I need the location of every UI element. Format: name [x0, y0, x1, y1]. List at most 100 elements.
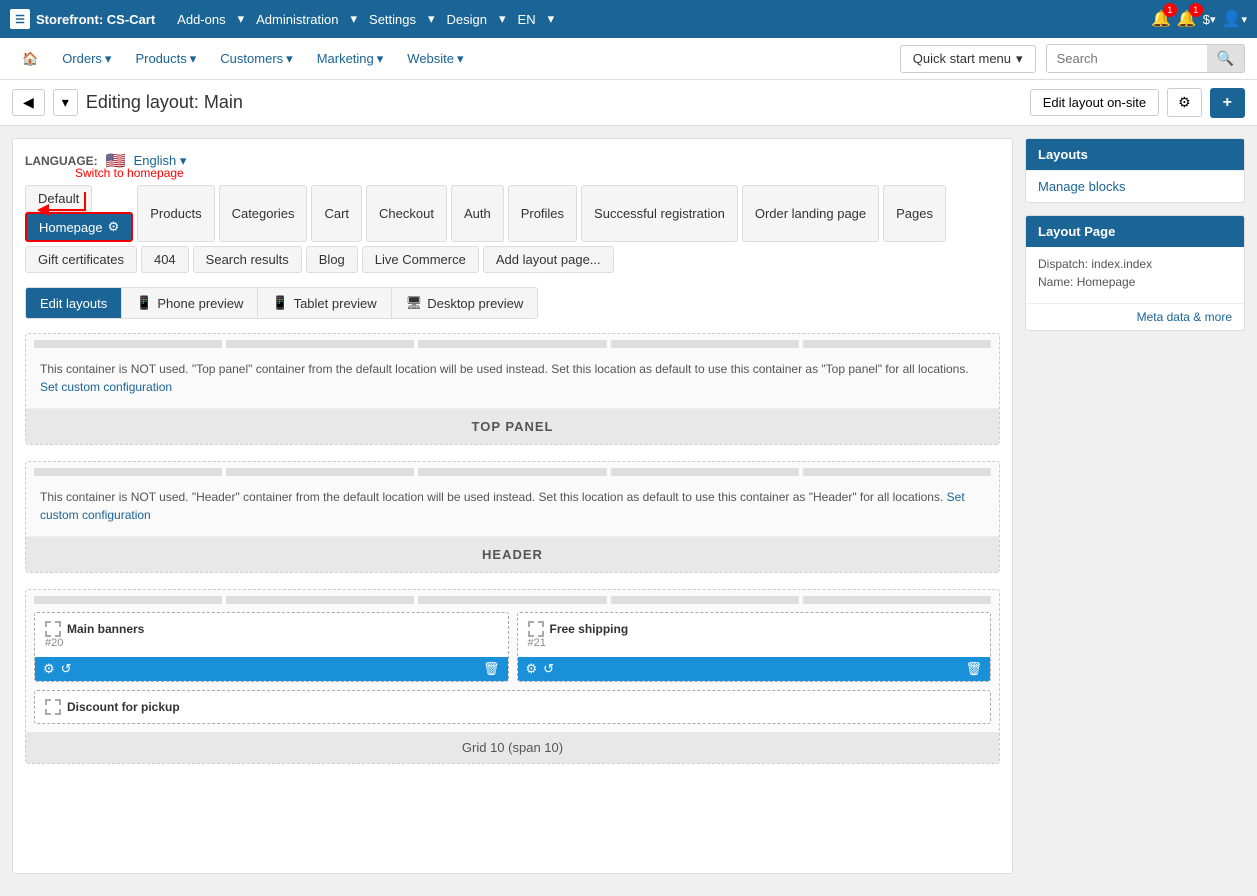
nav-design[interactable]: Design [437, 12, 497, 27]
search-box: 🔍 [1046, 44, 1245, 73]
sub-nav-website[interactable]: Website ▾ [397, 38, 473, 80]
tab-homepage[interactable]: Homepage ⚙ [25, 212, 133, 242]
language-row: LANGUAGE: 🇺🇸 English ▾ [25, 151, 1000, 171]
quick-start-button[interactable]: Quick start menu ▾ [900, 45, 1036, 73]
tab-cart[interactable]: Cart [311, 185, 362, 242]
page-title: Editing layout: Main [86, 92, 1022, 113]
block1-dashed-icon [45, 621, 61, 637]
view-tab-tablet-preview[interactable]: 📱 Tablet preview [258, 288, 391, 318]
view-tab-edit-layouts[interactable]: Edit layouts [26, 288, 122, 318]
top-panel-notice: This container is NOT used. "Top panel" … [26, 348, 999, 409]
currency-selector[interactable]: $ ▾ [1203, 12, 1216, 27]
tab-search-results[interactable]: Search results [193, 246, 302, 273]
gear-button[interactable]: ⚙ [1167, 88, 1202, 117]
block2-refresh-icon[interactable]: ↺ [543, 661, 554, 677]
tab-live-commerce[interactable]: Live Commerce [362, 246, 479, 273]
top-panel-set-custom-link[interactable]: Set custom configuration [40, 380, 172, 394]
header-container: This container is NOT used. "Header" con… [25, 461, 1000, 573]
phone-icon: 📱 [136, 295, 152, 311]
homepage-gear-icon: ⚙ [108, 219, 120, 235]
notifications-badge[interactable]: 🔔 1 [1151, 9, 1171, 29]
sidebar-layout-page-section: Layout Page Dispatch: index.index Name: … [1025, 215, 1245, 331]
back-button[interactable]: ◀ [12, 89, 45, 116]
top-panel-dash-row [26, 334, 999, 348]
block-free-shipping: Free shipping #21 ⚙ ↺ 🗑 [517, 612, 992, 682]
sub-nav-orders[interactable]: Orders ▾ [52, 38, 121, 80]
nav-addons[interactable]: Add-ons [167, 12, 235, 27]
tab-successful-reg[interactable]: Successful registration [581, 185, 738, 242]
block2-id: #21 [528, 637, 981, 649]
search-input[interactable] [1047, 46, 1207, 71]
top-nav-links: Add-ons ▾ Administration ▾ Settings ▾ De… [167, 11, 1139, 27]
sidebar-layouts-section: Layouts Manage blocks [1025, 138, 1245, 203]
top-panel-container: This container is NOT used. "Top panel" … [25, 333, 1000, 445]
blocks-dash-row [26, 590, 999, 604]
view-tab-desktop-preview[interactable]: 🖥 Desktop preview [392, 288, 538, 318]
tab-auth[interactable]: Auth [451, 185, 504, 242]
main-container: LANGUAGE: 🇺🇸 English ▾ Default Homepage … [0, 126, 1257, 886]
user-menu[interactable]: 👤 ▾ [1222, 9, 1247, 29]
top-nav-right: 🔔 1 🔔 1 $ ▾ 👤 ▾ [1151, 9, 1247, 29]
language-label: LANGUAGE: [25, 154, 98, 168]
top-panel-label: TOP PANEL [26, 409, 999, 444]
tablet-icon: 📱 [272, 295, 288, 311]
brand: ☰ Storefront: CS-Cart [10, 9, 155, 29]
block-discount-pickup: Discount for pickup [34, 690, 991, 724]
name-row: Name: Homepage [1038, 275, 1232, 289]
top-navigation: ☰ Storefront: CS-Cart Add-ons ▾ Administ… [0, 0, 1257, 38]
tab-add-layout[interactable]: Add layout page... [483, 246, 614, 273]
language-selector[interactable]: English ▾ [134, 153, 187, 169]
meta-data-link[interactable]: Meta data & more [1026, 303, 1244, 330]
view-tabs: Edit layouts 📱 Phone preview 📱 Tablet pr… [25, 287, 538, 319]
page-header: ◀ ▾ Editing layout: Main Edit layout on-… [0, 80, 1257, 126]
dispatch-row: Dispatch: index.index [1038, 257, 1232, 271]
alerts-badge[interactable]: 🔔 1 [1177, 9, 1197, 29]
tab-order-landing[interactable]: Order landing page [742, 185, 879, 242]
block2-trash-icon[interactable]: 🗑 [965, 661, 982, 677]
tab-blog[interactable]: Blog [306, 246, 358, 273]
search-button[interactable]: 🔍 [1207, 45, 1244, 72]
block1-refresh-icon[interactable]: ↺ [61, 661, 72, 677]
tab-profiles[interactable]: Profiles [508, 185, 577, 242]
tab-gift-certificates[interactable]: Gift certificates [25, 246, 137, 273]
nav-addons-arrow: ▾ [238, 11, 245, 27]
nav-settings[interactable]: Settings [359, 12, 426, 27]
blocks-section: Main banners #20 ⚙ ↺ 🗑 Fr [25, 589, 1000, 764]
block1-trash-icon[interactable]: 🗑 [483, 661, 500, 677]
block2-gear-icon[interactable]: ⚙ [526, 661, 538, 677]
block1-id: #20 [45, 637, 498, 649]
view-tab-phone-preview[interactable]: 📱 Phone preview [122, 288, 258, 318]
sub-nav-home[interactable]: 🏠 [12, 38, 48, 80]
nav-admin-arrow: ▾ [351, 11, 358, 27]
nav-administration[interactable]: Administration [246, 12, 348, 27]
edit-layout-on-site-button[interactable]: Edit layout on-site [1030, 89, 1159, 116]
grid-label: Grid 10 (span 10) [26, 732, 999, 763]
sidebar-manage-blocks[interactable]: Manage blocks [1026, 170, 1244, 202]
tab-pages[interactable]: Pages [883, 185, 946, 242]
flag-icon: 🇺🇸 [106, 151, 126, 171]
block2-dashed-icon [528, 621, 544, 637]
block1-gear-icon[interactable]: ⚙ [43, 661, 55, 677]
tab-default[interactable]: Default [25, 185, 92, 212]
sidebar-layout-page-header: Layout Page [1026, 216, 1244, 247]
nav-lang-arrow: ▾ [548, 11, 555, 27]
add-button[interactable]: + [1210, 88, 1245, 118]
nav-design-arrow: ▾ [499, 11, 506, 27]
block2-footer: ⚙ ↺ 🗑 [518, 657, 991, 681]
sub-nav-customers[interactable]: Customers ▾ [210, 38, 302, 80]
tab-products[interactable]: Products [137, 185, 214, 242]
header-notice: This container is NOT used. "Header" con… [26, 476, 999, 537]
brand-icon: ☰ [10, 9, 30, 29]
sidebar: Layouts Manage blocks Layout Page Dispat… [1025, 138, 1245, 874]
tab-404[interactable]: 404 [141, 246, 189, 273]
sub-nav-marketing[interactable]: Marketing ▾ [307, 38, 394, 80]
brand-label: Storefront: CS-Cart [36, 12, 155, 27]
nav-settings-arrow: ▾ [428, 11, 435, 27]
sidebar-layout-info: Dispatch: index.index Name: Homepage [1026, 247, 1244, 303]
tab-checkout[interactable]: Checkout [366, 185, 447, 242]
desktop-icon: 🖥 [406, 295, 423, 311]
tab-categories[interactable]: Categories [219, 185, 308, 242]
nav-dropdown-button[interactable]: ▾ [53, 89, 78, 116]
sub-nav-products[interactable]: Products ▾ [125, 38, 206, 80]
nav-language[interactable]: EN [508, 12, 546, 27]
